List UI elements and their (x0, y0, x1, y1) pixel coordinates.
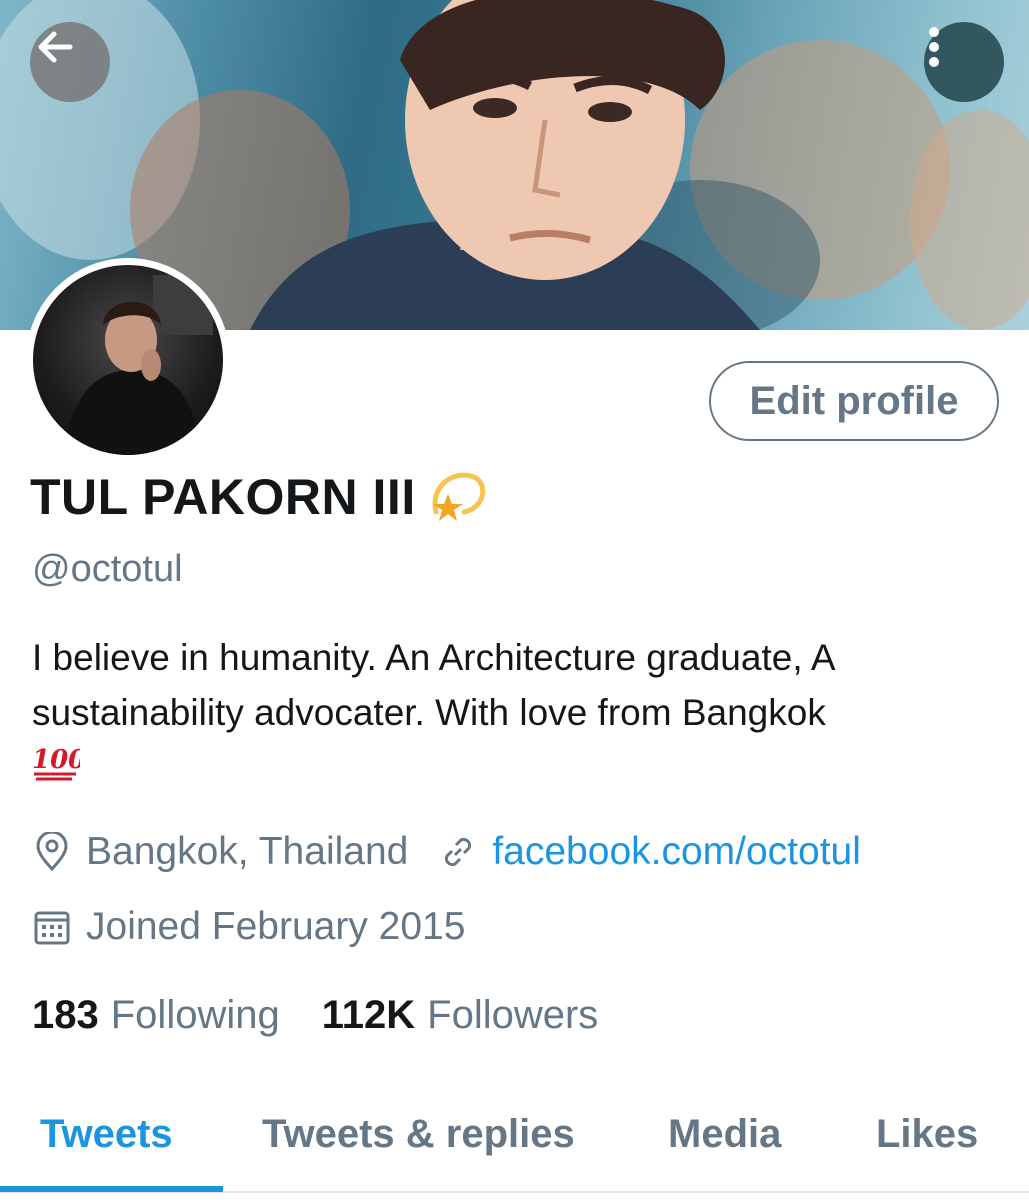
avatar-figure (63, 275, 213, 455)
followers-stat[interactable]: 112K Followers (322, 993, 599, 1038)
profile-name-row: TUL PAKORN III (30, 462, 490, 532)
hundred-points-icon: 100 (32, 745, 80, 781)
profile-joined-row: Joined February 2015 (32, 905, 465, 949)
profile-bio: I believe in humanity. An Architecture g… (32, 630, 1012, 782)
more-options-button[interactable] (924, 22, 1004, 102)
dizzy-star-icon (432, 472, 485, 521)
profile-tabs: Tweets Tweets & replies Media Likes (0, 1090, 1029, 1200)
following-count: 183 (32, 993, 99, 1037)
active-tab-indicator (0, 1186, 223, 1192)
profile-location: Bangkok, Thailand (86, 830, 409, 873)
back-button[interactable] (30, 22, 110, 102)
more-vertical-icon (929, 27, 939, 67)
calendar-icon (32, 907, 72, 947)
bio-text: I believe in humanity. An Architecture g… (32, 637, 834, 733)
link-icon (438, 832, 478, 872)
followers-label: Followers (427, 993, 599, 1037)
profile-stats: 183 Following 112K Followers (32, 993, 598, 1038)
profile-website-link[interactable]: facebook.com/octotul (492, 830, 861, 874)
edit-profile-button[interactable]: Edit profile (709, 361, 999, 441)
profile-avatar[interactable] (26, 258, 230, 462)
tab-tweets-replies[interactable]: Tweets & replies (262, 1112, 575, 1157)
following-label: Following (110, 993, 280, 1037)
profile-handle: @octotul (32, 548, 183, 590)
avatar-photo (33, 265, 223, 455)
profile-meta-row: Bangkok, Thailand facebook.com/octotul (32, 830, 861, 874)
tab-media[interactable]: Media (668, 1112, 781, 1157)
followers-count: 112K (321, 993, 416, 1037)
tab-tweets[interactable]: Tweets (40, 1112, 173, 1157)
tab-likes[interactable]: Likes (876, 1112, 978, 1157)
profile-joined-date: Joined February 2015 (86, 905, 466, 948)
svg-text:100: 100 (32, 745, 80, 775)
display-name: TUL PAKORN III (30, 469, 416, 525)
arrow-left-icon (38, 31, 73, 63)
location-pin-icon (32, 832, 72, 872)
following-stat[interactable]: 183 Following (32, 993, 280, 1038)
